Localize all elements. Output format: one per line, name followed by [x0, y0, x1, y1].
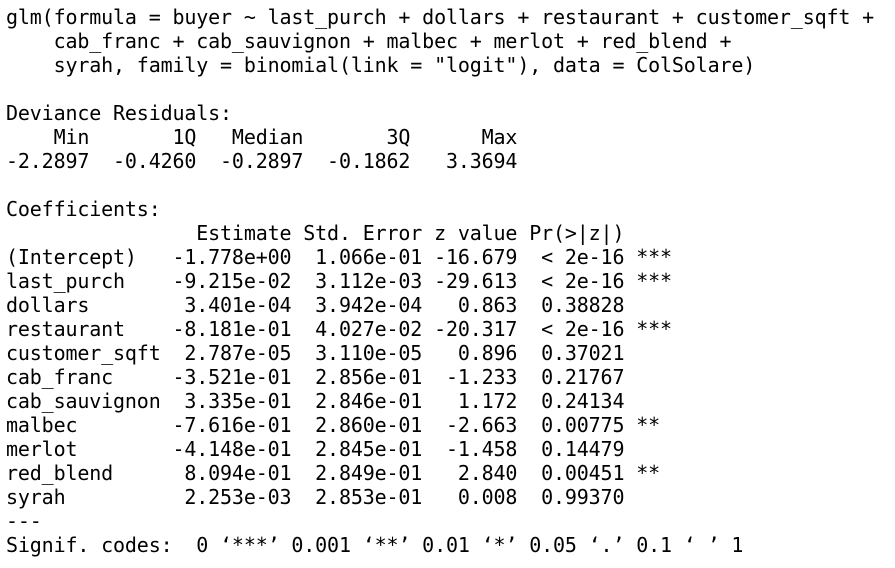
coefficient-row-merlot: merlot -4.148e-01 2.845e-01 -1.458 0.144… — [6, 437, 672, 461]
signif-codes-line: Signif. codes: 0 ‘***’ 0.001 ‘**’ 0.01 ‘… — [6, 533, 744, 557]
separator-line: --- — [6, 509, 42, 533]
coefficients-header: Estimate Std. Error z value Pr(>|z|) — [6, 221, 672, 245]
deviance-residuals-title: Deviance Residuals: — [6, 101, 232, 125]
coefficient-row-intercept: (Intercept) -1.778e+00 1.066e-01 -16.679… — [6, 245, 672, 269]
coefficient-row-customer-sqft: customer_sqft 2.787e-05 3.110e-05 0.896 … — [6, 341, 672, 365]
coefficient-row-dollars: dollars 3.401e-04 3.942e-04 0.863 0.3882… — [6, 293, 672, 317]
r-console-output: glm(formula = buyer ~ last_purch + dolla… — [6, 5, 874, 557]
glm-call-line-3: syrah, family = binomial(link = "logit")… — [6, 53, 756, 77]
coefficient-row-last-purch: last_purch -9.215e-02 3.112e-03 -29.613 … — [6, 269, 672, 293]
coefficient-row-red-blend: red_blend 8.094e-01 2.849e-01 2.840 0.00… — [6, 461, 672, 485]
glm-call-line-2: cab_franc + cab_sauvignon + malbec + mer… — [6, 29, 732, 53]
coefficient-row-cab-sauvignon: cab_sauvignon 3.335e-01 2.846e-01 1.172 … — [6, 389, 672, 413]
coefficients-title: Coefficients: — [6, 197, 161, 221]
glm-call-line-1: glm(formula = buyer ~ last_purch + dolla… — [6, 5, 875, 29]
coefficient-row-restaurant: restaurant -8.181e-01 4.027e-02 -20.317 … — [6, 317, 672, 341]
coefficient-row-cab-franc: cab_franc -3.521e-01 2.856e-01 -1.233 0.… — [6, 365, 672, 389]
coefficient-row-malbec: malbec -7.616e-01 2.860e-01 -2.663 0.007… — [6, 413, 672, 437]
deviance-residuals-header: Min 1Q Median 3Q Max — [6, 125, 542, 149]
deviance-residuals-values: -2.2897 -0.4260 -0.2897 -0.1862 3.3694 — [6, 149, 542, 173]
coefficient-row-syrah: syrah 2.253e-03 2.853e-01 0.008 0.99370 — [6, 485, 672, 509]
